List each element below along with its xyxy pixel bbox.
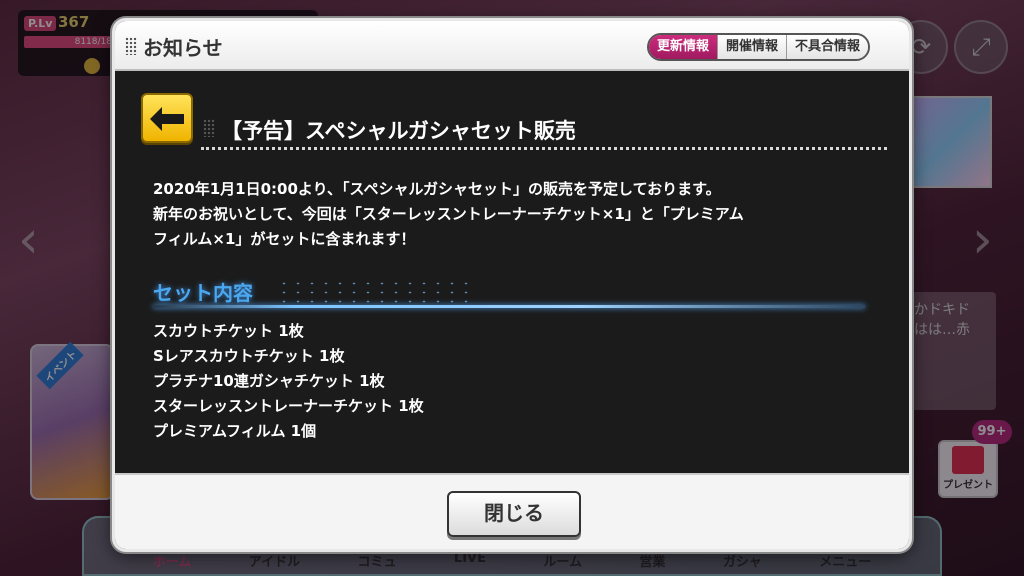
modal-title: お知らせ (143, 36, 223, 60)
section-heading: セット内容 (153, 281, 253, 305)
modal-footer: 閉じる (115, 473, 909, 549)
article-title: 【予告】スペシャルガシャセット販売 (221, 119, 576, 143)
back-button[interactable] (141, 93, 193, 143)
dots-icon (203, 119, 215, 137)
body-line: 2020年1月1日0:00より、「スペシャルガシャセット」の販売を予定しておりま… (153, 180, 721, 198)
tab-events[interactable]: 開催情報 (717, 35, 787, 59)
tab-updates[interactable]: 更新情報 (649, 35, 718, 59)
list-item: プラチナ10連ガシャチケット 1枚 (153, 372, 385, 390)
article-body: 2020年1月1日0:00より、「スペシャルガシャセット」の販売を予定しておりま… (153, 177, 893, 252)
dots-icon (125, 37, 137, 55)
body-line: フィルム×1」がセットに含まれます！ (153, 230, 416, 248)
news-modal: お知らせ 更新情報 開催情報 不具合情報 【予告】スペシャルガシャセット販売 2… (112, 18, 912, 552)
title-underline (201, 147, 887, 150)
section-divider (153, 305, 865, 308)
modal-header: お知らせ 更新情報 開催情報 不具合情報 (115, 21, 909, 71)
list-item: Sレアスカウトチケット 1枚 (153, 347, 345, 365)
set-items-list: スカウトチケット 1枚 Sレアスカウトチケット 1枚 プラチナ10連ガシャチケッ… (153, 319, 424, 444)
list-item: スターレッスントレーナーチケット 1枚 (153, 397, 424, 415)
list-item: スカウトチケット 1枚 (153, 322, 304, 340)
sparkle-decoration (277, 279, 477, 305)
list-item: プレミアムフィルム 1個 (153, 422, 317, 440)
tab-bugs[interactable]: 不具合情報 (786, 35, 869, 59)
tab-group: 更新情報 開催情報 不具合情報 (647, 33, 871, 61)
arrow-left-icon (150, 107, 184, 131)
body-line: 新年のお祝いとして、今回は「スターレッスントレーナーチケット×1」と「プレミアム (153, 205, 744, 223)
close-button[interactable]: 閉じる (447, 491, 581, 537)
